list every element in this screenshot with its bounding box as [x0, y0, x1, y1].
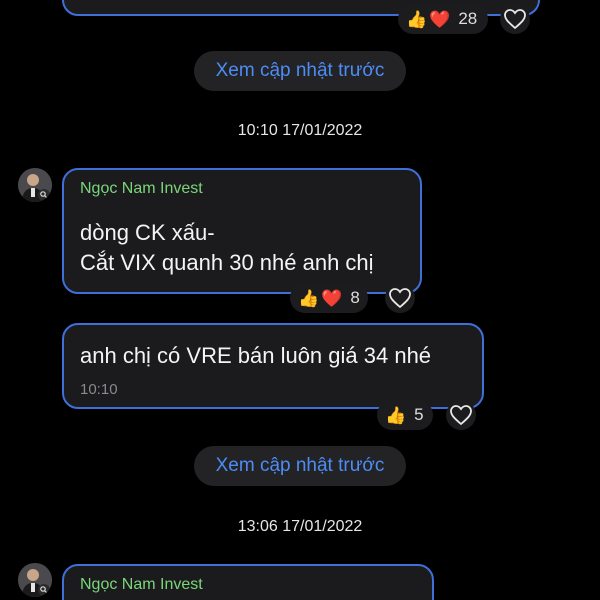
message-text-line: Cắt VIX quanh 30 nhé anh chị: [80, 250, 374, 275]
avatar-image: [18, 168, 52, 202]
react-button[interactable]: [446, 400, 476, 430]
red-heart-icon: ❤️: [429, 9, 451, 29]
load-earlier-label: Xem cập nhật trước: [215, 60, 385, 81]
sender-name[interactable]: Ngọc Nam Invest: [80, 576, 203, 594]
thumbs-up-icon: 👍: [298, 288, 320, 308]
red-heart-icon: ❤️: [321, 288, 343, 308]
load-earlier-label: Xem cập nhật trước: [215, 455, 385, 476]
thumbs-up-icon: 👍: [385, 405, 407, 425]
message-text-line: dòng CK xấu-: [80, 220, 215, 245]
load-earlier-button[interactable]: Xem cập nhật trước: [194, 51, 406, 91]
reaction-count: 5: [414, 405, 424, 424]
reaction-count: 28: [458, 9, 478, 28]
avatar[interactable]: [18, 168, 52, 202]
reaction-count: 8: [350, 288, 360, 307]
react-button-previous[interactable]: [500, 4, 530, 34]
message-bubble[interactable]: Ngọc Nam Invest: [62, 564, 434, 600]
chat-viewport: 👍 ❤️ 28 Xem cập nhật trước 10:10 17/01/2…: [0, 0, 600, 600]
message-bubble[interactable]: anh chị có VRE bán luôn giá 34 nhé 10:10: [62, 323, 484, 409]
load-earlier-button[interactable]: Xem cập nhật trước: [194, 446, 406, 486]
avatar[interactable]: [18, 563, 52, 597]
avatar-image: [18, 563, 52, 597]
reaction-summary[interactable]: 👍 ❤️ 8: [290, 283, 368, 313]
react-button[interactable]: [385, 283, 415, 313]
message-time: 10:10: [80, 381, 118, 398]
heart-outline-icon: [504, 9, 526, 30]
thumbs-up-icon: 👍: [406, 9, 428, 29]
message-text: anh chị có VRE bán luôn giá 34 nhé: [80, 343, 432, 368]
sender-name[interactable]: Ngọc Nam Invest: [80, 180, 203, 198]
reaction-summary[interactable]: 👍 5: [377, 400, 433, 430]
reaction-summary-previous[interactable]: 👍 ❤️ 28: [398, 4, 488, 34]
heart-outline-icon: [389, 288, 411, 309]
message-bubble[interactable]: Ngọc Nam Invest dòng CK xấu- Cắt VIX qua…: [62, 168, 422, 294]
date-separator: 13:06 17/01/2022: [237, 518, 363, 535]
heart-outline-icon: [450, 405, 472, 426]
date-separator: 10:10 17/01/2022: [237, 122, 363, 139]
